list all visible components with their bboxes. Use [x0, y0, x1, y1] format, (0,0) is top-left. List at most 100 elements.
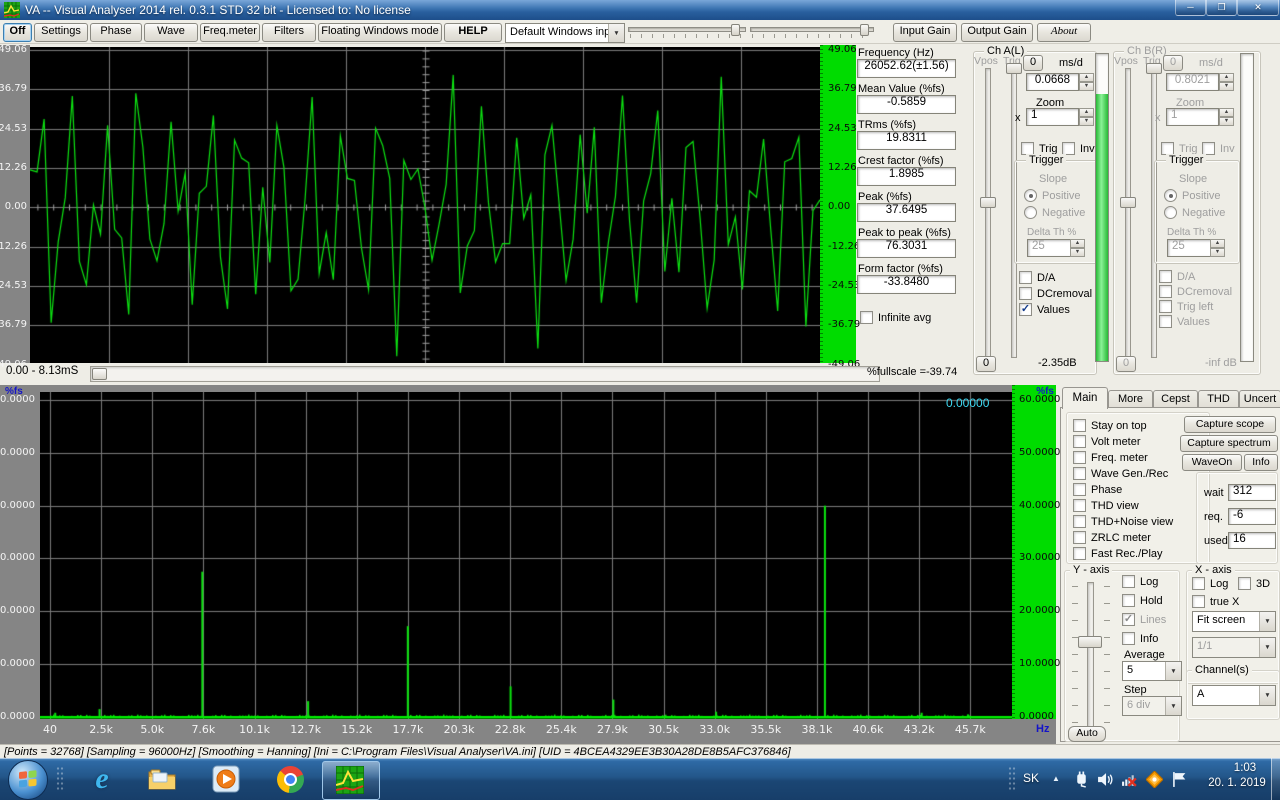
slope-negative-radio-b[interactable]: Negative: [1164, 206, 1225, 219]
output-gain-slider[interactable]: [750, 24, 874, 40]
title-bar[interactable]: VA -- Visual Analyser 2014 rel. 0.3.1 ST…: [0, 0, 1280, 20]
slope-positive-radio-b[interactable]: Positive: [1164, 189, 1221, 202]
start-button[interactable]: [8, 760, 48, 800]
phase-checkbox[interactable]: Phase: [1073, 483, 1122, 496]
tab-main[interactable]: Main: [1062, 387, 1108, 409]
infinite-avg-checkbox[interactable]: Infinite avg: [860, 311, 931, 324]
delta-th-field-a[interactable]: 25: [1027, 239, 1073, 257]
wave-button[interactable]: Wave: [144, 23, 198, 42]
freq-meter-button[interactable]: Freq.meter: [200, 23, 260, 42]
vpos-slider-a-thumb[interactable]: [980, 197, 996, 208]
wait-field[interactable]: 312: [1228, 484, 1276, 501]
dcremoval-checkbox-b[interactable]: DCremoval: [1159, 285, 1232, 298]
off-button[interactable]: Off: [3, 23, 32, 42]
fast-rec-play-checkbox[interactable]: Fast Rec./Play: [1073, 547, 1163, 560]
power-plug-icon[interactable]: [1073, 771, 1090, 788]
ms-per-div-field-b[interactable]: 0.8021: [1166, 73, 1219, 91]
y-lines-checkbox[interactable]: Lines: [1122, 613, 1166, 626]
input-gain-button[interactable]: Input Gain: [893, 23, 957, 42]
about-button[interactable]: About: [1037, 23, 1091, 42]
y-info-checkbox[interactable]: Info: [1122, 632, 1158, 645]
filters-button[interactable]: Filters: [262, 23, 316, 42]
fit-screen-dropdown[interactable]: Fit screen▼: [1192, 611, 1276, 632]
inv-checkbox-a[interactable]: Inv: [1062, 142, 1095, 155]
scope-hscrollbar[interactable]: [90, 366, 880, 382]
spectrum-canvas[interactable]: [40, 392, 1012, 719]
wave-on-button[interactable]: WaveOn: [1182, 454, 1242, 471]
da-checkbox-b[interactable]: D/A: [1159, 270, 1195, 283]
slope-negative-radio-a[interactable]: Negative: [1024, 206, 1085, 219]
speaker-icon[interactable]: [1097, 771, 1114, 788]
inv-checkbox-b[interactable]: Inv: [1202, 142, 1235, 155]
delta-th-spinner-a[interactable]: ▲▼: [1070, 239, 1085, 257]
show-desktop-button[interactable]: [1271, 758, 1280, 800]
capture-scope-button[interactable]: Capture scope: [1184, 416, 1276, 433]
average-dropdown[interactable]: 5▼: [1122, 661, 1182, 681]
help-button[interactable]: HELP: [444, 23, 502, 42]
trig-left-checkbox-b[interactable]: Trig left: [1159, 300, 1213, 313]
time-offset-zero-button-b[interactable]: 0: [1163, 55, 1183, 71]
slope-positive-radio-a[interactable]: Positive: [1024, 189, 1081, 202]
capture-spectrum-button[interactable]: Capture spectrum: [1180, 435, 1278, 452]
zoom-field-b[interactable]: 1: [1166, 108, 1219, 126]
used-field[interactable]: 16: [1228, 532, 1276, 549]
trig-slider-a-thumb[interactable]: [1006, 63, 1022, 74]
trig-slider-b-thumb[interactable]: [1146, 63, 1162, 74]
x-ratio-dropdown[interactable]: 1/1▼: [1192, 637, 1276, 658]
thd-view-checkbox[interactable]: THD view: [1073, 499, 1139, 512]
show-hidden-icons-button[interactable]: ▲: [1052, 774, 1060, 783]
zoom-field-a[interactable]: 1: [1026, 108, 1079, 126]
input-device-dropdown[interactable]: Default Windows inp ▼: [505, 23, 625, 43]
x-3d-checkbox[interactable]: 3D: [1238, 577, 1270, 590]
chrome-icon[interactable]: [274, 763, 306, 795]
avg-antivirus-icon[interactable]: [1146, 771, 1163, 788]
dcremoval-checkbox-a[interactable]: DCremoval: [1019, 287, 1092, 300]
clock-date[interactable]: 20. 1. 2019: [1200, 777, 1274, 789]
y-hold-checkbox[interactable]: Hold: [1122, 594, 1163, 607]
y-scale-slider[interactable]: [1087, 582, 1094, 728]
values-checkbox-a[interactable]: Values: [1019, 303, 1070, 316]
maximize-button[interactable]: ❐: [1206, 0, 1237, 16]
true-x-checkbox[interactable]: true X: [1192, 595, 1239, 608]
ms-per-div-spinner-b[interactable]: ▲▼: [1219, 73, 1234, 91]
output-gain-slider-thumb[interactable]: [860, 24, 869, 36]
floating-windows-button[interactable]: Floating Windows mode: [318, 23, 442, 42]
vpos-slider-b-thumb[interactable]: [1120, 197, 1136, 208]
info-button[interactable]: Info: [1244, 454, 1278, 471]
language-indicator[interactable]: SK: [1023, 771, 1039, 785]
close-button[interactable]: ✕: [1237, 0, 1279, 16]
vpos-zero-button-a[interactable]: 0: [976, 356, 996, 372]
action-center-flag-icon[interactable]: [1171, 771, 1188, 788]
zrlc-meter-checkbox[interactable]: ZRLC meter: [1073, 531, 1151, 544]
input-gain-slider-thumb[interactable]: [731, 24, 740, 36]
ms-per-div-spinner-a[interactable]: ▲▼: [1079, 73, 1094, 91]
settings-button[interactable]: Settings: [34, 23, 88, 42]
vpos-slider-a[interactable]: [985, 68, 991, 358]
vpos-zero-button-b[interactable]: 0: [1116, 356, 1136, 372]
media-player-icon[interactable]: [210, 763, 242, 795]
thd-noise-view-checkbox[interactable]: THD+Noise view: [1073, 515, 1173, 528]
zoom-spinner-b[interactable]: ▲▼: [1219, 108, 1234, 126]
scope-hscrollbar-thumb[interactable]: [92, 368, 107, 380]
delta-th-spinner-b[interactable]: ▲▼: [1210, 239, 1225, 257]
step-dropdown[interactable]: 6 div▼: [1122, 696, 1182, 716]
output-gain-button[interactable]: Output Gain: [961, 23, 1033, 42]
delta-th-field-b[interactable]: 25: [1167, 239, 1213, 257]
minimize-button[interactable]: ─: [1175, 0, 1206, 16]
y-scale-slider-thumb[interactable]: [1078, 636, 1102, 648]
auto-button[interactable]: Auto: [1068, 726, 1106, 742]
internet-explorer-icon[interactable]: e: [86, 763, 118, 795]
file-explorer-icon[interactable]: [146, 763, 178, 795]
freq-meter-checkbox[interactable]: Freq. meter: [1073, 451, 1148, 464]
phase-button[interactable]: Phase: [90, 23, 142, 42]
input-gain-slider[interactable]: [628, 24, 746, 40]
zoom-spinner-a[interactable]: ▲▼: [1079, 108, 1094, 126]
values-checkbox-b[interactable]: Values: [1159, 315, 1210, 328]
da-checkbox-a[interactable]: D/A: [1019, 271, 1055, 284]
wave-gen-checkbox[interactable]: Wave Gen./Rec: [1073, 467, 1168, 480]
taskbar-item-visual-analyser[interactable]: [322, 761, 380, 800]
network-icon[interactable]: [1121, 771, 1138, 788]
y-log-checkbox[interactable]: Log: [1122, 575, 1158, 588]
req-field[interactable]: -6: [1228, 508, 1276, 525]
clock-time[interactable]: 1:03: [1216, 762, 1274, 774]
